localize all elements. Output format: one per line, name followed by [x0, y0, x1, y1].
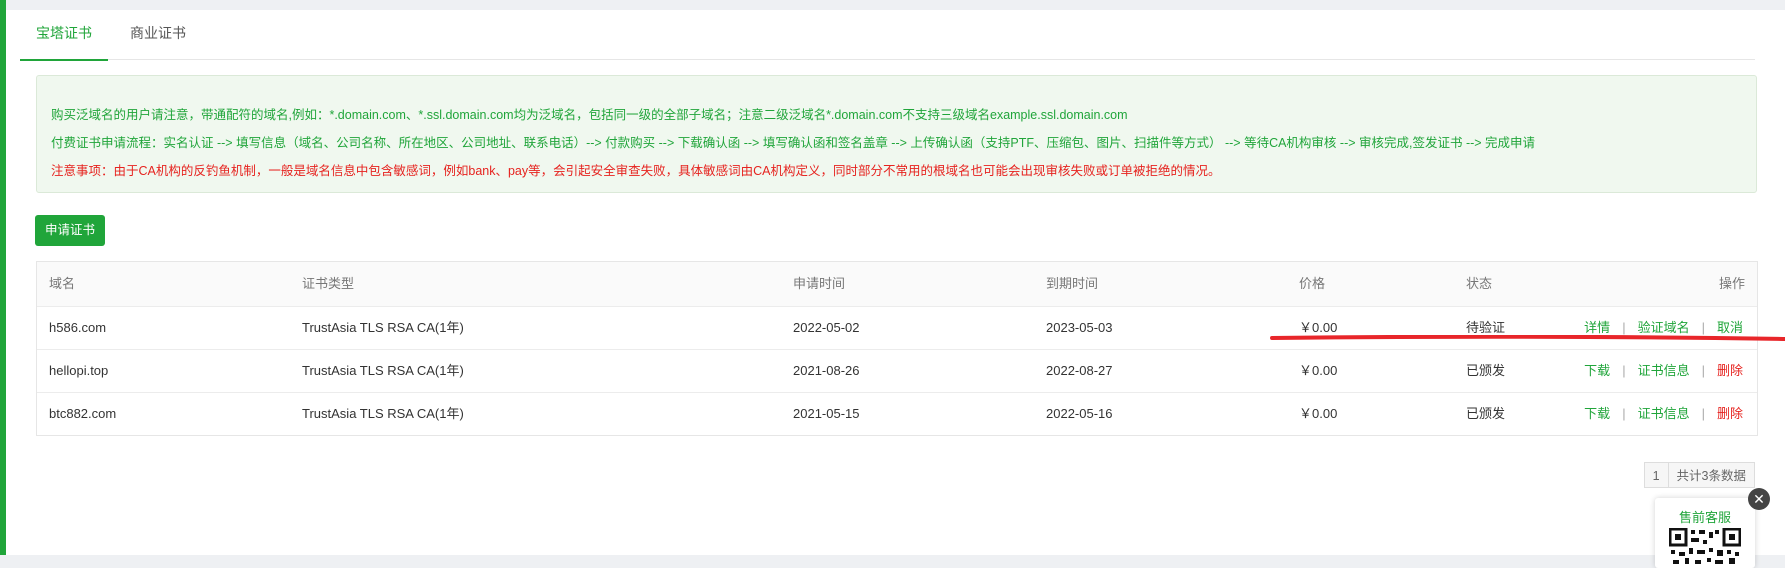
row-type: TrustAsia TLS RSA CA(1年): [302, 406, 464, 421]
row-status: 已颁发: [1466, 363, 1506, 378]
total-count: 共计3条数据: [1668, 462, 1755, 488]
ops-separator: |: [1701, 406, 1705, 421]
notice-wildcard: 购买泛域名的用户请注意，带通配符的域名,例如：*.domain.com、*.ss…: [51, 108, 1128, 122]
row-expire-time: 2022-08-27: [1046, 363, 1113, 378]
ops-separator: |: [1622, 406, 1626, 421]
ops-separator: |: [1622, 320, 1626, 335]
customer-service-title: 售前客服: [1678, 510, 1731, 525]
row-price: ￥0.00: [1299, 320, 1338, 335]
delete-link[interactable]: 删除: [1717, 406, 1743, 421]
row-domain: hellopi.top: [49, 363, 109, 378]
ops-separator: |: [1701, 363, 1705, 378]
customer-service-widget[interactable]: 售前客服: [1655, 498, 1755, 568]
col-ops: 操作: [1718, 276, 1745, 291]
row-status: 已颁发: [1466, 406, 1506, 421]
row-price: ￥0.00: [1299, 363, 1338, 378]
ops-separator: |: [1622, 363, 1626, 378]
col-domain: 域名: [49, 276, 76, 291]
delete-link[interactable]: 删除: [1717, 363, 1743, 378]
close-icon[interactable]: ✕: [1748, 488, 1770, 510]
col-price: 价格: [1299, 276, 1326, 291]
row-apply-time: 2022-05-02: [793, 320, 860, 335]
details-link[interactable]: 详情: [1584, 320, 1610, 335]
table-header: 域名 证书类型 申请时间 到期时间 价格 状态 操作: [37, 262, 1757, 306]
row-ops: 下载 | 证书信息 | 删除: [1584, 350, 1743, 392]
qr-code-icon: [1669, 528, 1741, 568]
row-expire-time: 2022-05-16: [1046, 406, 1113, 421]
cert-tabs: 宝塔证书 商业证书: [20, 10, 1755, 61]
notice-process: 付费证书申请流程：实名认证 --> 填写信息（域名、公司名称、所在地区、公司地址…: [51, 136, 1536, 150]
ops-separator: |: [1701, 320, 1705, 335]
cancel-link[interactable]: 取消: [1717, 320, 1743, 335]
col-status: 状态: [1466, 276, 1493, 291]
verify-domain-link[interactable]: 验证域名: [1638, 320, 1690, 335]
notice-box: 购买泛域名的用户请注意，带通配符的域名,例如：*.domain.com、*.ss…: [36, 75, 1757, 193]
cert-info-link[interactable]: 证书信息: [1638, 363, 1690, 378]
page-number-button[interactable]: 1: [1643, 462, 1669, 488]
main-panel: 宝塔证书 商业证书 购买泛域名的用户请注意，带通配符的域名,例如：*.domai…: [6, 10, 1785, 555]
row-status: 待验证: [1466, 320, 1506, 335]
col-apply-time: 申请时间: [793, 276, 846, 291]
row-domain: h586.com: [49, 320, 107, 335]
row-apply-time: 2021-05-15: [793, 406, 860, 421]
row-ops: 下载 | 证书信息 | 删除: [1584, 393, 1743, 435]
row-apply-time: 2021-08-26: [793, 363, 860, 378]
row-domain: btc882.com: [49, 406, 117, 421]
table-row: btc882.com TrustAsia TLS RSA CA(1年) 2021…: [37, 392, 1757, 435]
row-type: TrustAsia TLS RSA CA(1年): [302, 320, 464, 335]
notice-warning: 注意事项：由于CA机构的反钓鱼机制，一般是域名信息中包含敏感词，例如bank、p…: [51, 164, 1221, 178]
col-type: 证书类型: [302, 276, 355, 291]
row-expire-time: 2023-05-03: [1046, 320, 1113, 335]
col-expire-time: 到期时间: [1046, 276, 1099, 291]
row-price: ￥0.00: [1299, 406, 1338, 421]
tab-commercial-cert[interactable]: 商业证书: [114, 10, 202, 59]
tab-baota-cert[interactable]: 宝塔证书: [20, 10, 108, 61]
apply-cert-button[interactable]: 申请证书: [35, 215, 105, 246]
table-row: h586.com TrustAsia TLS RSA CA(1年) 2022-0…: [37, 306, 1757, 349]
cert-info-link[interactable]: 证书信息: [1638, 406, 1690, 421]
row-ops: 详情 | 验证域名 | 取消: [1584, 307, 1743, 349]
cert-table: 域名 证书类型 申请时间 到期时间 价格 状态 操作 h586.com Trus…: [36, 261, 1758, 436]
download-link[interactable]: 下载: [1584, 363, 1610, 378]
row-type: TrustAsia TLS RSA CA(1年): [302, 363, 464, 378]
download-link[interactable]: 下载: [1584, 406, 1610, 421]
table-row: hellopi.top TrustAsia TLS RSA CA(1年) 202…: [37, 349, 1757, 392]
pagination: 1 共计3条数据: [1643, 462, 1755, 488]
